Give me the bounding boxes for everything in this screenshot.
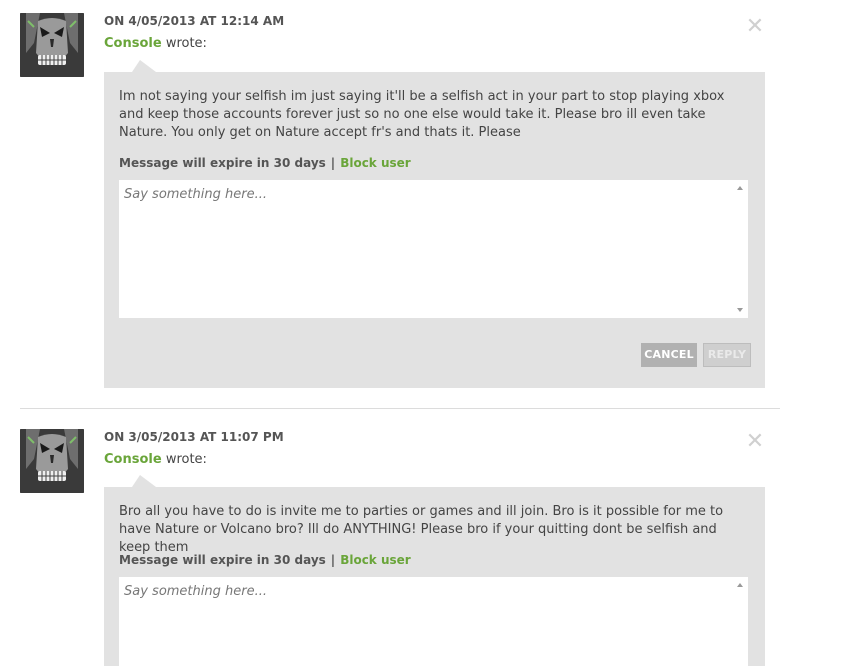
scroll-down-arrow-icon[interactable] [737,308,743,312]
skull-avatar-icon [20,13,84,77]
expire-notice: Message will expire in 30 days [119,156,326,170]
message-divider [20,408,780,409]
message-body: Bro all you have to do is invite me to p… [119,504,724,555]
author-link[interactable]: Console [104,36,162,51]
separator: | [330,156,336,170]
scroll-up-arrow-icon[interactable] [737,186,743,190]
sender-avatar[interactable] [20,13,84,77]
message-body: Im not saying your selfish im just sayin… [119,89,725,140]
message-author-line: Console wrote: [104,452,207,467]
message-item: ON 3/05/2013 AT 11:07 PM Console wrote: … [0,416,800,666]
message-feed: ON 4/05/2013 AT 12:14 AM Console wrote: … [0,0,855,666]
message-date: ON 3/05/2013 AT 11:07 PM [104,430,284,444]
message-author-line: Console wrote: [104,36,207,51]
expire-notice: Message will expire in 30 days [119,553,326,567]
reply-placeholder: Say something here... [124,584,267,599]
textarea-scrollbar[interactable] [733,180,748,318]
wrote-label: wrote: [165,36,207,51]
block-user-link[interactable]: Block user [340,156,411,170]
message-actions: Message will expire in 30 days | Block use… [119,156,411,170]
close-icon[interactable]: ✕ [745,16,765,38]
message-actions: Message will expire in 30 days | Block use… [119,553,411,567]
close-icon[interactable]: ✕ [745,431,765,453]
reply-placeholder: Say something here... [124,187,267,202]
scroll-up-arrow-icon[interactable] [737,583,743,587]
message-bubble: Bro all you have to do is invite me to p… [104,487,765,666]
reply-textarea[interactable]: Say something here... [119,180,748,318]
message-date: ON 4/05/2013 AT 12:14 AM [104,14,285,28]
cancel-button[interactable]: CANCEL [641,343,697,367]
bubble-tail [132,60,156,72]
block-user-link[interactable]: Block user [340,553,411,567]
message-bubble: Im not saying your selfish im just sayin… [104,72,765,388]
textarea-scrollbar[interactable] [733,577,748,666]
reply-button[interactable]: REPLY [703,343,751,367]
reply-textarea[interactable]: Say something here... [119,577,748,666]
author-link[interactable]: Console [104,452,162,467]
separator: | [330,553,336,567]
bubble-tail [132,475,156,487]
skull-avatar-icon [20,429,84,493]
sender-avatar[interactable] [20,429,84,493]
wrote-label: wrote: [165,452,207,467]
message-item: ON 4/05/2013 AT 12:14 AM Console wrote: … [0,0,800,400]
